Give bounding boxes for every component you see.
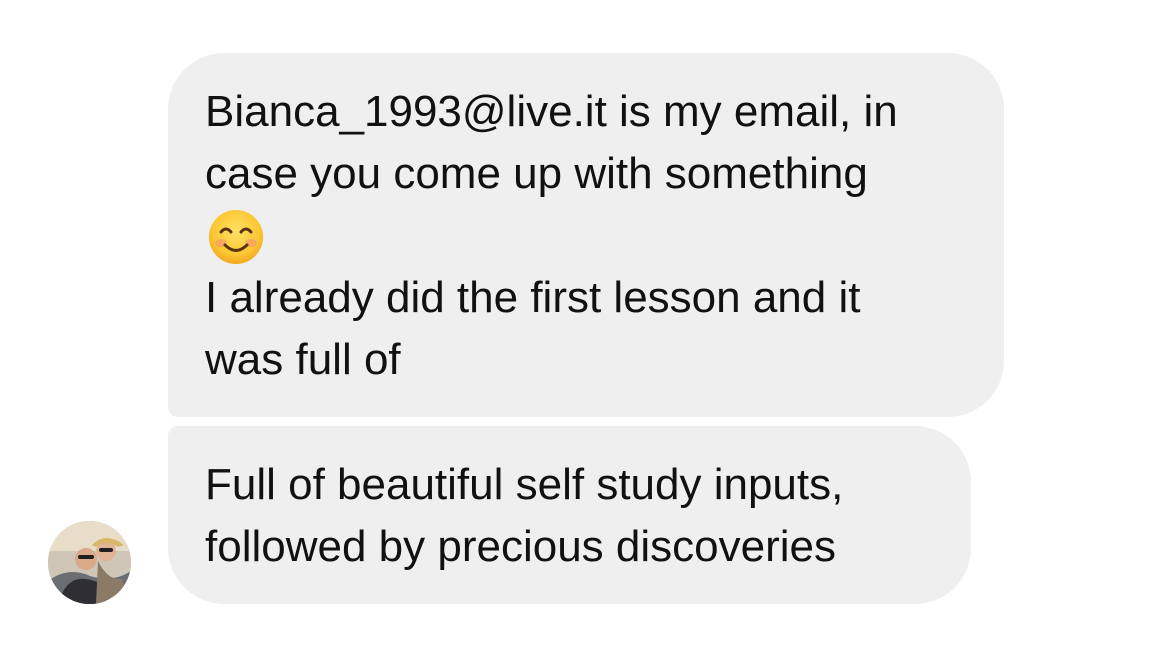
message-text-line: case you come up with something: [205, 149, 868, 198]
message-text-line: Full of beautiful self study inputs,: [205, 460, 844, 509]
profile-photo-avatar-icon[interactable]: [48, 521, 131, 604]
message-text-line: I already did the first lesson and it: [205, 273, 861, 322]
smiling-face-emoji-icon: [205, 205, 267, 267]
message-bubble-2[interactable]: Full of beautiful self study inputs, fol…: [168, 426, 971, 604]
message-bubble-1[interactable]: Bianca_1993@live.it is my email, in case…: [168, 53, 1004, 417]
message-text-line: followed by precious discoveries: [205, 522, 836, 571]
message-text-line: Bianca_1993@live.it is my email, in: [205, 87, 898, 136]
message-text-line: was full of: [205, 335, 401, 384]
